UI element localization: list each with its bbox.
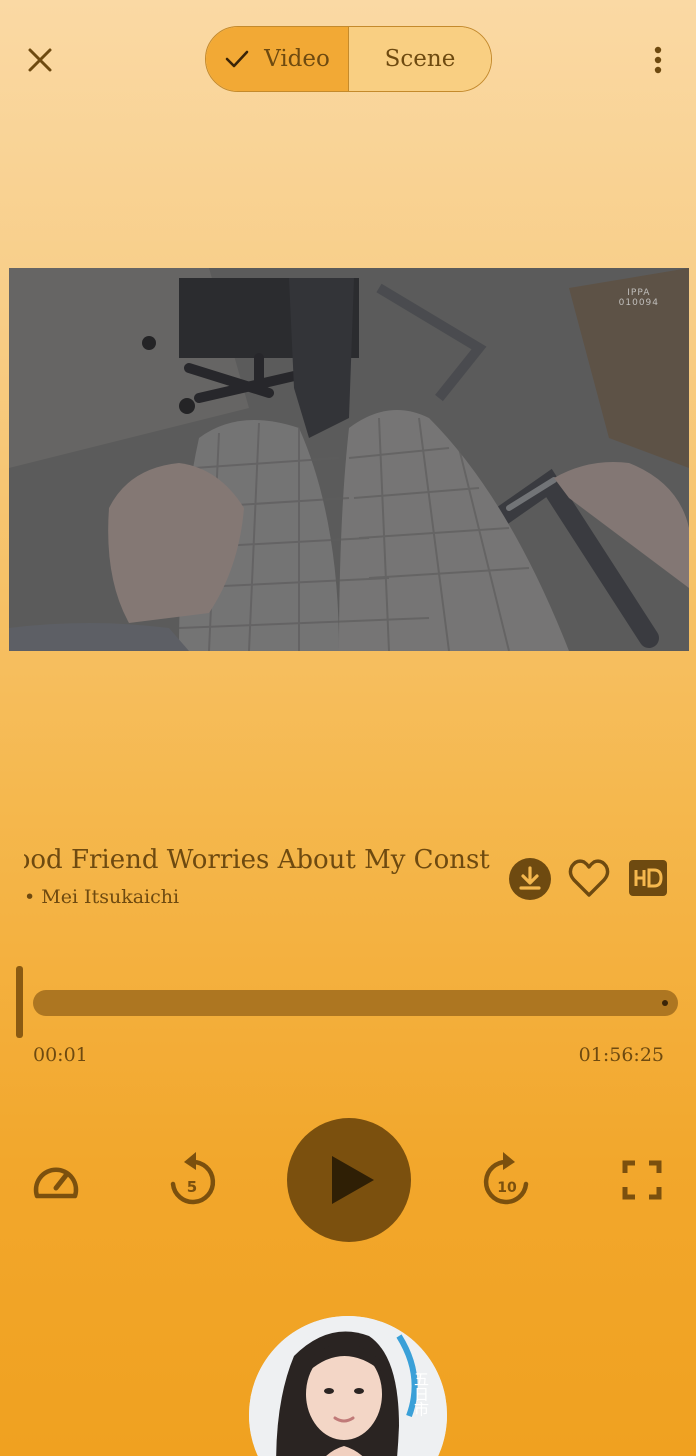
avatar-caption: 五日市 (412, 1372, 430, 1417)
playback-speed-button[interactable] (30, 1158, 82, 1204)
close-icon (28, 48, 52, 72)
forward-10-icon: 10 (483, 1152, 529, 1205)
check-icon (225, 50, 249, 68)
speedometer-icon (33, 1167, 79, 1199)
view-mode-toggle: Video Scene (205, 26, 492, 92)
download-icon (509, 858, 551, 900)
video-frame[interactable]: IPPA 010094 (9, 268, 689, 651)
forward-10-label: 10 (497, 1180, 517, 1196)
favorite-button[interactable] (566, 856, 612, 900)
forward-10-button[interactable]: 10 (481, 1150, 533, 1210)
player-screen: Video Scene IPPA 010094 hood Friend Worr… (0, 0, 696, 1456)
performer-avatar[interactable]: 五日市 (249, 1316, 447, 1456)
tab-scene-label: Scene (384, 46, 456, 72)
download-button[interactable] (508, 857, 552, 901)
heart-icon (568, 859, 610, 897)
tab-video[interactable]: Video (206, 27, 349, 91)
tab-scene[interactable]: Scene (349, 27, 491, 91)
watermark-line-1: IPPA (627, 288, 651, 298)
more-options-button[interactable] (640, 42, 676, 78)
progress-track[interactable] (33, 990, 678, 1016)
hd-button[interactable] (628, 859, 668, 897)
more-vertical-icon (654, 46, 662, 74)
rewind-5-icon: 5 (170, 1152, 216, 1205)
play-icon (332, 1156, 374, 1204)
track-title-container: hood Friend Worries About My Const (24, 845, 500, 875)
video-watermark: IPPA 010094 (619, 288, 659, 308)
close-button[interactable] (22, 42, 58, 78)
progress-thumb[interactable] (16, 966, 23, 1038)
play-button[interactable] (287, 1118, 411, 1242)
video-still (9, 268, 689, 651)
total-duration: 01:56:25 (578, 1044, 664, 1066)
fullscreen-button[interactable] (622, 1160, 662, 1200)
current-time: 00:01 (33, 1044, 88, 1066)
watermark-line-2: 010094 (618, 298, 659, 308)
track-title: hood Friend Worries About My Const (24, 845, 490, 875)
progress-end-marker (662, 1000, 668, 1006)
tab-video-label: Video (264, 46, 330, 72)
fullscreen-icon (622, 1160, 662, 1200)
track-performer: • Mei Itsukaichi (24, 886, 180, 908)
performer-avatar-image: 五日市 (249, 1316, 447, 1456)
hd-icon (629, 860, 667, 896)
rewind-5-button[interactable]: 5 (166, 1150, 218, 1210)
rewind-5-label: 5 (187, 1178, 197, 1196)
